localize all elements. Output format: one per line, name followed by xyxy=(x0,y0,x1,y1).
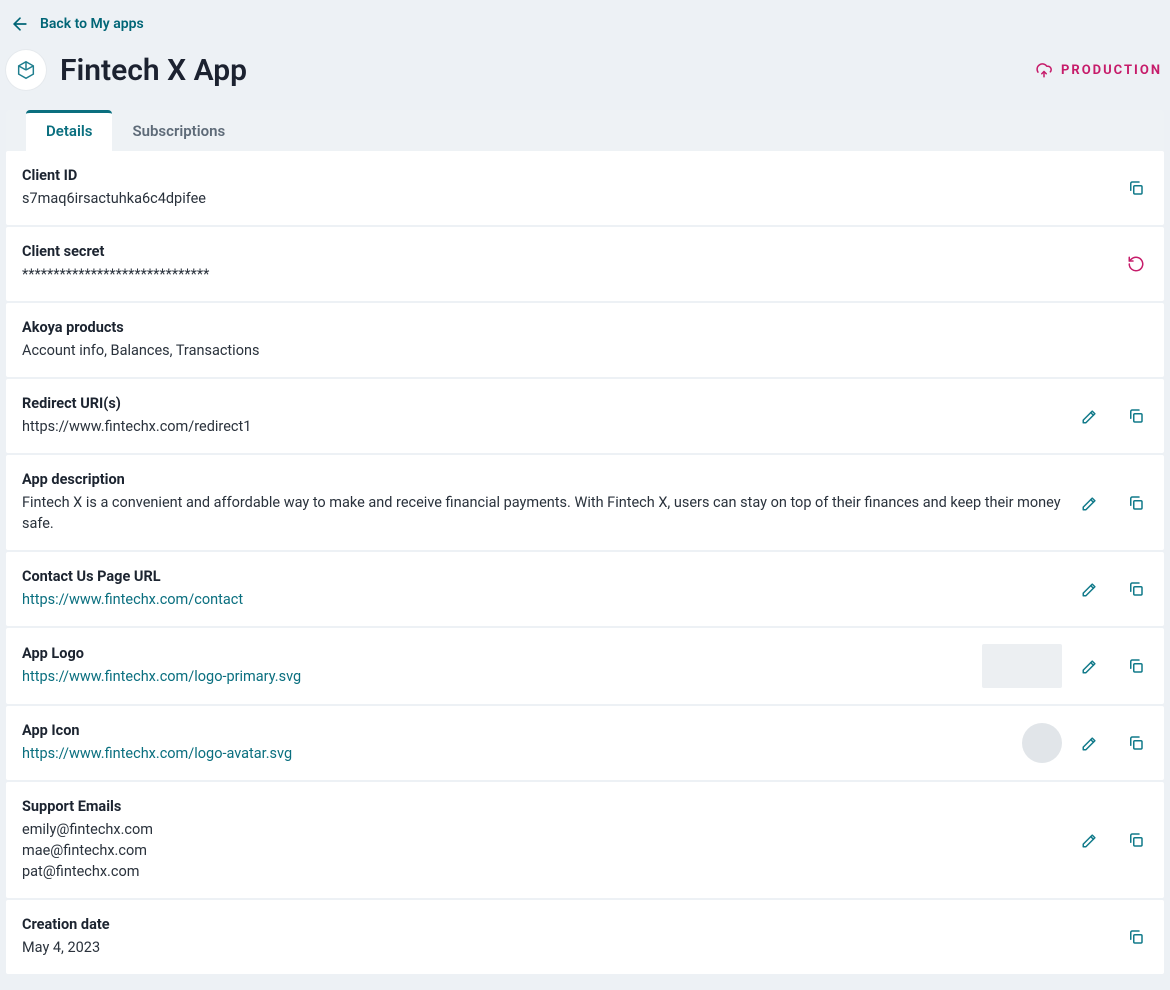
copy-creation-date-button[interactable] xyxy=(1124,925,1148,949)
tab-subscriptions[interactable]: Subscriptions xyxy=(112,110,245,151)
label-client-id: Client ID xyxy=(22,167,1108,184)
support-email-item: mae@fintechx.com xyxy=(22,840,1062,861)
copy-description-button[interactable] xyxy=(1124,491,1148,515)
page-title: Fintech X App xyxy=(60,53,1035,88)
edit-contact-url-button[interactable] xyxy=(1078,577,1102,601)
copy-contact-url-button[interactable] xyxy=(1124,577,1148,601)
edit-app-logo-button[interactable] xyxy=(1078,654,1102,678)
copy-icon xyxy=(1127,179,1145,197)
copy-support-emails-button[interactable] xyxy=(1124,828,1148,852)
label-products: Akoya products xyxy=(22,319,1148,336)
pencil-icon xyxy=(1081,734,1099,752)
edit-redirect-uris-button[interactable] xyxy=(1078,404,1102,428)
edit-description-button[interactable] xyxy=(1078,491,1102,515)
copy-icon xyxy=(1127,831,1145,849)
value-client-id: s7maq6irsactuhka6c4dpifee xyxy=(22,188,1108,209)
field-contact-url: Contact Us Page URL https://www.fintechx… xyxy=(6,552,1164,626)
app-logo-circle xyxy=(6,50,46,90)
env-badge: PRODUCTION xyxy=(1035,61,1162,79)
app-header: Fintech X App PRODUCTION xyxy=(6,40,1164,110)
app-logo-preview xyxy=(982,644,1062,688)
field-client-id: Client ID s7maq6irsactuhka6c4dpifee xyxy=(6,151,1164,225)
copy-app-logo-button[interactable] xyxy=(1124,654,1148,678)
label-app-logo: App Logo xyxy=(22,645,966,662)
field-support-emails: Support Emails emily@fintechx.com mae@fi… xyxy=(6,782,1164,898)
value-contact-url[interactable]: https://www.fintechx.com/contact xyxy=(22,589,1062,610)
pencil-icon xyxy=(1081,657,1099,675)
back-link[interactable]: Back to My apps xyxy=(6,6,148,40)
value-client-secret: ****************************** xyxy=(22,264,1108,285)
pencil-icon xyxy=(1081,831,1099,849)
hexagon-icon xyxy=(15,59,37,81)
refresh-icon xyxy=(1127,255,1145,273)
cloud-upload-icon xyxy=(1035,61,1053,79)
field-app-logo: App Logo https://www.fintechx.com/logo-p… xyxy=(6,628,1164,704)
app-icon-preview xyxy=(1022,723,1062,763)
field-creation-date: Creation date May 4, 2023 xyxy=(6,900,1164,974)
label-app-icon: App Icon xyxy=(22,722,1006,739)
field-app-icon: App Icon https://www.fintechx.com/logo-a… xyxy=(6,706,1164,780)
tabs: Details Subscriptions xyxy=(6,110,1164,151)
value-description: Fintech X is a convenient and affordable… xyxy=(22,492,1062,534)
value-products: Account info, Balances, Transactions xyxy=(22,340,1148,361)
value-app-logo[interactable]: https://www.fintechx.com/logo-primary.sv… xyxy=(22,666,966,687)
pencil-icon xyxy=(1081,494,1099,512)
field-client-secret: Client secret **************************… xyxy=(6,227,1164,301)
field-redirect-uris: Redirect URI(s) https://www.fintechx.com… xyxy=(6,379,1164,453)
value-creation-date: May 4, 2023 xyxy=(22,937,1108,958)
regenerate-secret-button[interactable] xyxy=(1124,252,1148,276)
field-description: App description Fintech X is a convenien… xyxy=(6,455,1164,550)
label-support-emails: Support Emails xyxy=(22,798,1062,815)
copy-icon xyxy=(1127,734,1145,752)
copy-app-icon-button[interactable] xyxy=(1124,731,1148,755)
field-products: Akoya products Account info, Balances, T… xyxy=(6,303,1164,377)
copy-icon xyxy=(1127,494,1145,512)
label-description: App description xyxy=(22,471,1062,488)
copy-icon xyxy=(1127,407,1145,425)
env-label: PRODUCTION xyxy=(1061,63,1162,78)
value-redirect-uris: https://www.fintechx.com/redirect1 xyxy=(22,416,1062,437)
label-contact-url: Contact Us Page URL xyxy=(22,568,1062,585)
tab-details[interactable]: Details xyxy=(26,110,112,151)
pencil-icon xyxy=(1081,580,1099,598)
copy-client-id-button[interactable] xyxy=(1124,176,1148,200)
copy-redirect-uris-button[interactable] xyxy=(1124,404,1148,428)
value-app-icon[interactable]: https://www.fintechx.com/logo-avatar.svg xyxy=(22,743,1006,764)
tabs-panel: Details Subscriptions xyxy=(6,110,1164,151)
edit-app-icon-button[interactable] xyxy=(1078,731,1102,755)
support-email-item: pat@fintechx.com xyxy=(22,861,1062,882)
copy-icon xyxy=(1127,580,1145,598)
support-email-item: emily@fintechx.com xyxy=(22,819,1062,840)
label-creation-date: Creation date xyxy=(22,916,1108,933)
label-client-secret: Client secret xyxy=(22,243,1108,260)
arrow-left-icon xyxy=(10,14,30,34)
value-support-emails: emily@fintechx.com mae@fintechx.com pat@… xyxy=(22,819,1062,882)
label-redirect-uris: Redirect URI(s) xyxy=(22,395,1062,412)
pencil-icon xyxy=(1081,407,1099,425)
copy-icon xyxy=(1127,657,1145,675)
edit-support-emails-button[interactable] xyxy=(1078,828,1102,852)
copy-icon xyxy=(1127,928,1145,946)
back-link-label: Back to My apps xyxy=(40,16,144,32)
